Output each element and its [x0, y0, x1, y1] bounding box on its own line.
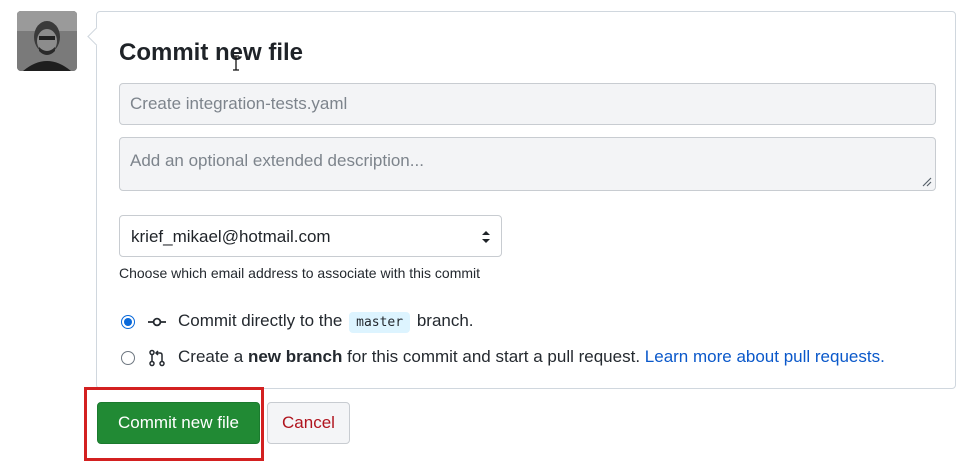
commit-new-file-button[interactable]: Commit new file	[97, 402, 260, 444]
text-cursor-icon	[233, 55, 239, 71]
branch-name-chip: master	[349, 312, 411, 333]
git-commit-icon	[148, 317, 166, 327]
form-title: Commit new file	[119, 39, 304, 66]
email-helper-text: Choose which email address to associate …	[119, 265, 481, 281]
user-avatar[interactable]	[17, 11, 77, 71]
email-select[interactable]: krief_mikael@hotmail.com	[119, 215, 502, 257]
select-caret-icon	[482, 231, 490, 243]
commit-direct-radio[interactable]	[121, 315, 135, 329]
new-branch-label: Create a new branch for this commit and …	[178, 347, 885, 367]
commit-summary-input[interactable]	[119, 83, 936, 125]
resize-handle-icon[interactable]	[920, 175, 932, 187]
new-branch-radio[interactable]	[121, 351, 135, 365]
commit-direct-label: Commit directly to the master branch.	[178, 311, 474, 333]
commit-direct-suffix: branch.	[416, 311, 474, 330]
avatar-photo	[17, 11, 77, 71]
email-select-value: krief_mikael@hotmail.com	[131, 227, 331, 246]
git-pull-request-icon	[149, 349, 165, 367]
commit-description-input[interactable]	[119, 137, 936, 191]
learn-more-pull-requests-link[interactable]: Learn more about pull requests.	[645, 347, 885, 366]
commit-direct-prefix: Commit directly to the	[178, 311, 343, 330]
cancel-button[interactable]: Cancel	[267, 402, 350, 444]
new-branch-suffix: for this commit and start a pull request…	[347, 347, 641, 366]
new-branch-bold: new branch	[247, 347, 343, 366]
new-branch-prefix: Create a	[178, 347, 244, 366]
